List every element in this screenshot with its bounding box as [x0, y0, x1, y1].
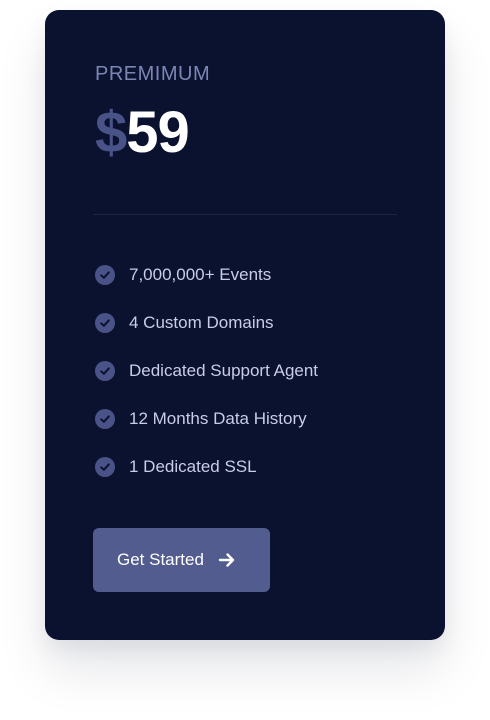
- feature-list: 7,000,000+ Events 4 Custom Domains Dedic…: [95, 263, 318, 503]
- feature-item: Dedicated Support Agent: [95, 359, 318, 383]
- check-circle-icon: [95, 361, 115, 381]
- feature-label: Dedicated Support Agent: [129, 361, 319, 380]
- plan-name: PREMIMUM: [95, 63, 211, 85]
- check-circle-icon: [95, 313, 115, 333]
- feature-label: 1 Dedicated SSL: [129, 457, 257, 476]
- get-started-button[interactable]: Get Started: [93, 528, 270, 592]
- check-circle-icon: [95, 265, 115, 285]
- feature-label: 7,000,000+ Events: [129, 265, 272, 284]
- divider: [93, 214, 397, 215]
- feature-item: 12 Months Data History: [95, 407, 318, 431]
- price-amount: 59: [126, 100, 190, 165]
- check-circle-icon: [95, 409, 115, 429]
- pricing-card: PREMIMUM $ 59 7,000,000+ Events 4 Custom…: [45, 10, 445, 640]
- currency-symbol: $: [95, 100, 127, 165]
- arrow-right-icon: [218, 551, 236, 569]
- price: $ 59: [95, 100, 190, 165]
- feature-item: 1 Dedicated SSL: [95, 455, 318, 479]
- feature-label: 4 Custom Domains: [129, 313, 274, 332]
- feature-label: 12 Months Data History: [129, 409, 307, 428]
- get-started-label: Get Started: [117, 550, 204, 569]
- check-circle-icon: [95, 457, 115, 477]
- feature-item: 7,000,000+ Events: [95, 263, 318, 287]
- feature-item: 4 Custom Domains: [95, 311, 318, 335]
